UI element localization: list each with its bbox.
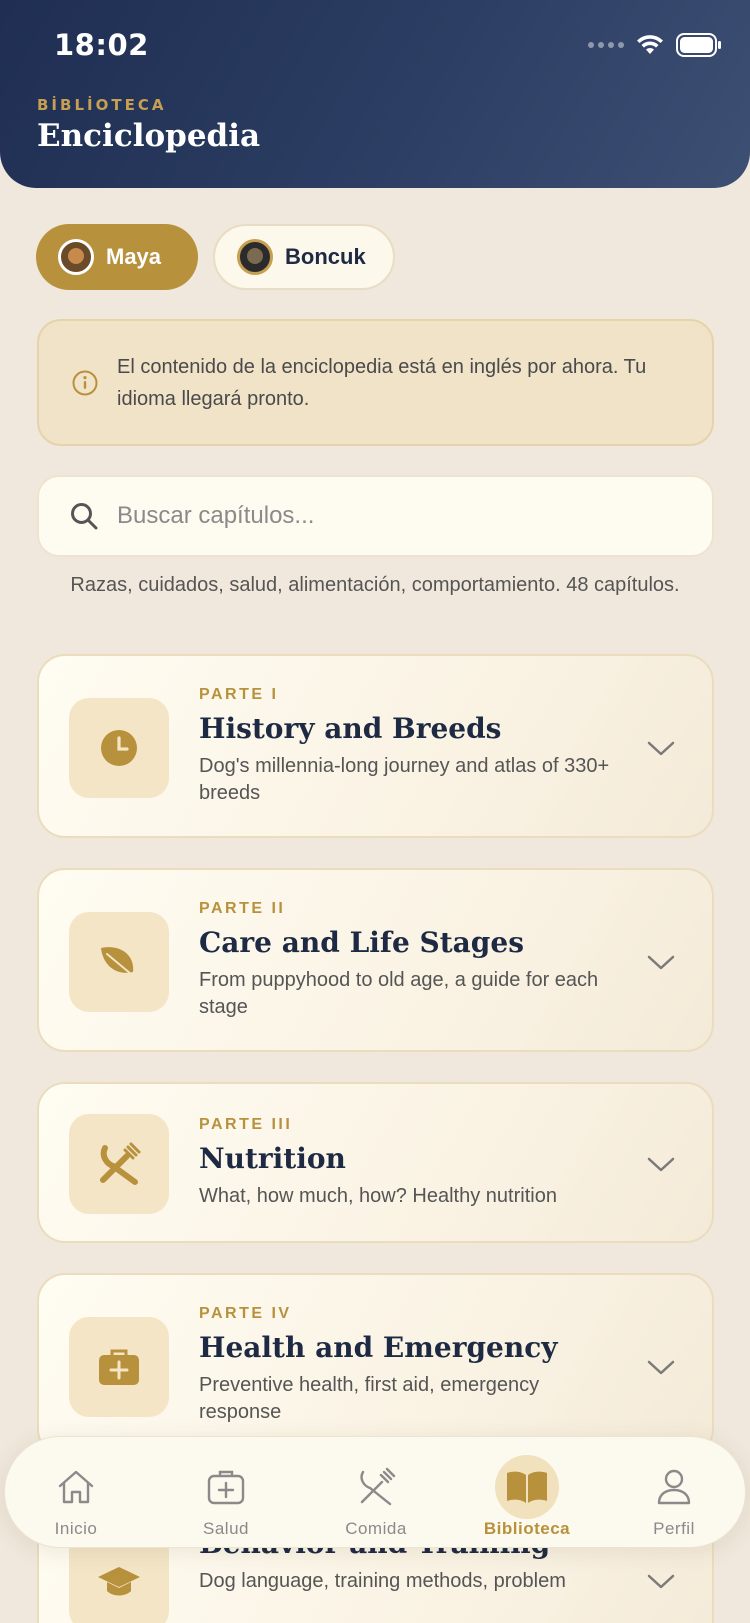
tab-label: Inicio [54,1519,98,1538]
medical-kit-icon [69,1317,169,1417]
status-time: 18:02 [54,28,149,62]
search-icon [71,503,98,530]
pet-name: Boncuk [285,244,366,269]
chevron-down-icon[interactable] [646,1359,676,1377]
home-icon [44,1455,108,1519]
pet-chip-boncuk[interactable]: Boncuk [213,224,395,290]
chevron-down-icon[interactable] [646,954,676,972]
avatar [237,239,273,275]
signal-icon [588,42,624,48]
tab-comida[interactable]: Comida [311,1437,441,1549]
part-label: PARTE IV [199,1305,292,1322]
notice-text: El contenido de la enciclopedia está en … [117,355,647,410]
pet-name: Maya [106,244,162,269]
part-title: Nutrition [199,1142,346,1175]
status-icons [588,30,722,60]
info-icon [72,370,98,395]
clock-icon [69,698,169,798]
part-title: History and Breeds [199,712,502,745]
wifi-icon [637,35,663,54]
part-title: Health and Emergency [199,1331,558,1364]
page-title: Enciclopedia [37,118,261,154]
utensils-icon [344,1455,408,1519]
tab-salud[interactable]: Salud [161,1437,291,1549]
book-icon [495,1455,559,1519]
utensils-icon [69,1114,169,1214]
language-notice: El contenido de la enciclopedia está en … [37,319,714,446]
part-card-nutrition[interactable]: PARTE III Nutrition What, how much, how?… [37,1082,714,1243]
part-card-health[interactable]: PARTE IV Health and Emergency Preventive… [37,1273,714,1457]
part-description: Dog language, training methods, problem [199,1570,566,1592]
person-icon [642,1455,706,1519]
search-input[interactable] [117,502,682,530]
encyclopedia-summary: Razas, cuidados, salud, alimentación, co… [70,574,680,596]
avatar [58,239,94,275]
tab-label: Salud [203,1519,249,1538]
search-bar[interactable] [37,475,714,557]
pet-chip-maya[interactable]: Maya [36,224,198,290]
tab-label: Comida [345,1519,407,1538]
tab-perfil[interactable]: Perfil [609,1437,739,1549]
medical-icon [194,1455,258,1519]
part-label: PARTE III [199,1116,293,1133]
tab-label: Perfil [653,1519,695,1538]
part-description: Dog's millennia-long journey and atlas o… [199,755,610,804]
part-card-care[interactable]: PARTE II Care and Life Stages From puppy… [37,868,714,1052]
battery-icon [676,33,721,57]
chevron-down-icon[interactable] [646,740,676,758]
part-label: PARTE I [199,686,279,703]
section-eyebrow: BİBLİOTECA [37,96,167,114]
tab-label: Biblioteca [483,1519,571,1538]
tab-inicio[interactable]: Inicio [11,1437,141,1549]
tab-biblioteca[interactable]: Biblioteca [462,1437,592,1549]
header: 18:02 BİBLİOTECA Enciclopedia [0,0,750,188]
part-label: PARTE II [199,900,286,917]
chevron-down-icon[interactable] [646,1573,676,1591]
tab-bar: Inicio Salud Comida Biblioteca Perfil [4,1436,746,1548]
leaf-icon [69,912,169,1012]
part-title: Care and Life Stages [199,926,524,959]
part-description: From puppyhood to old age, a guide for e… [199,969,599,1018]
chevron-down-icon[interactable] [646,1156,676,1174]
part-description: What, how much, how? Healthy nutrition [199,1185,557,1207]
part-card-history[interactable]: PARTE I History and Breeds Dog's millenn… [37,654,714,838]
part-description: Preventive health, first aid, emergency … [199,1374,540,1423]
